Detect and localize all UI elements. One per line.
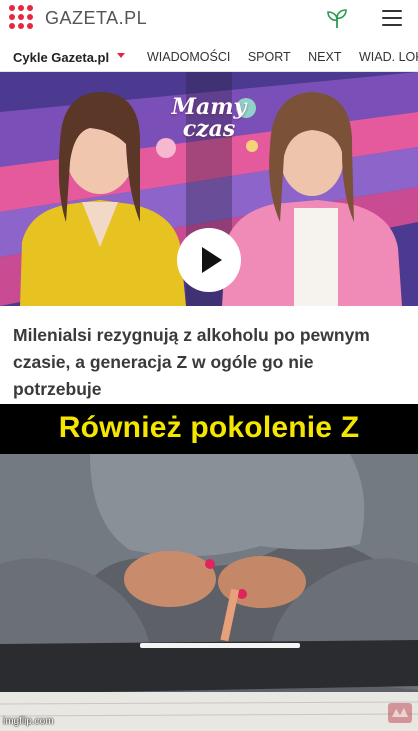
nav-item-sport[interactable]: SPORT: [248, 50, 291, 64]
video-player[interactable]: Mamy czas: [0, 72, 418, 306]
nav-item-wiadomosci[interactable]: WIADOMOŚCI: [147, 50, 230, 64]
site-name[interactable]: GAZETA.PL: [45, 8, 147, 29]
site-header: GAZETA.PL: [0, 0, 418, 40]
show-logo: Mamy czas: [150, 90, 268, 160]
play-icon[interactable]: [177, 228, 241, 292]
logo-dots-icon[interactable]: [9, 5, 37, 33]
meme-caption: Również pokolenie Z: [58, 411, 360, 444]
nav-brand-link[interactable]: Cykle Gazeta.pl: [13, 50, 109, 65]
show-logo-text: Mamy czas: [171, 94, 247, 142]
article-card[interactable]: Milenialsi rezygnują z alkoholu po pewny…: [0, 306, 418, 404]
meme-photo: [0, 454, 418, 731]
article-headline[interactable]: Milenialsi rezygnują z alkoholu po pewny…: [13, 322, 405, 403]
leaf-icon[interactable]: [326, 9, 348, 29]
nav-items: WIADOMOŚCI SPORT NEXT WIAD. LOKAL: [147, 50, 418, 64]
imgflip-watermark: imgflip.com: [3, 716, 54, 727]
nav-item-next[interactable]: NEXT: [308, 50, 341, 64]
section-nav: Cykle Gazeta.pl WIADOMOŚCI SPORT NEXT WI…: [0, 40, 418, 72]
menu-icon[interactable]: [382, 10, 402, 26]
nav-item-wiad-lokal[interactable]: WIAD. LOKAL: [359, 50, 418, 64]
meme-caption-bar: Również pokolenie Z: [0, 404, 418, 454]
chevron-down-icon[interactable]: [117, 53, 125, 58]
corner-logo-icon: [388, 703, 412, 723]
